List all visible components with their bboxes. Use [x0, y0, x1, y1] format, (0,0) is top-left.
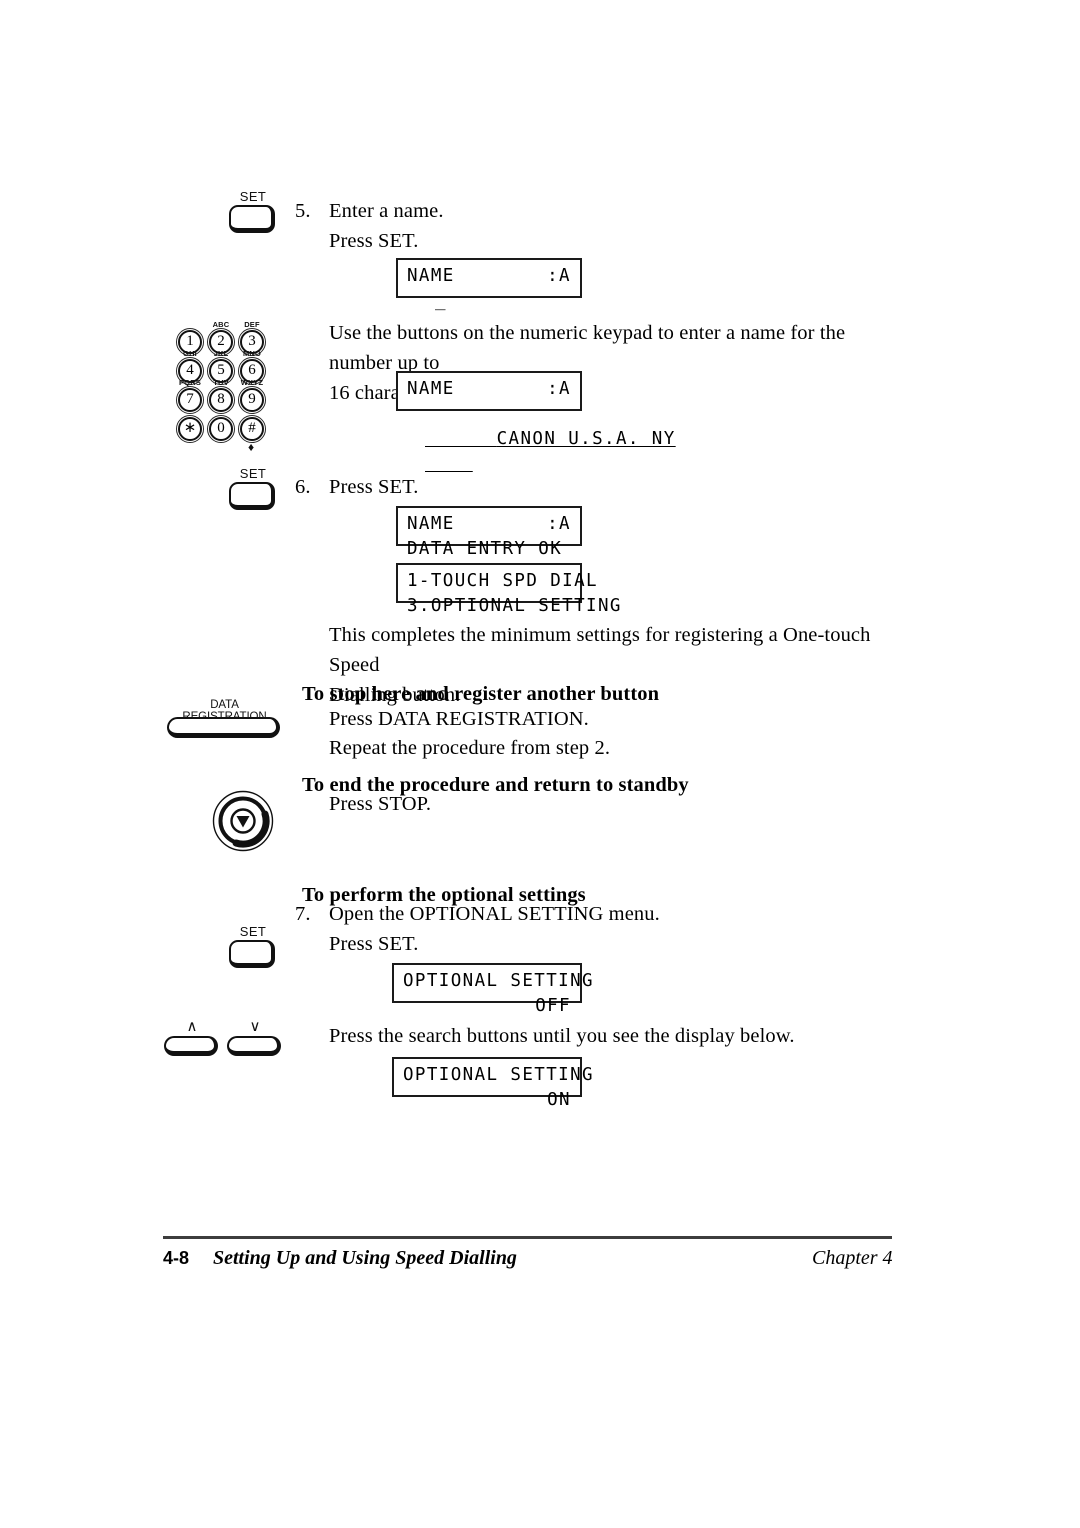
end-procedure-line-1: Press STOP.: [329, 793, 432, 815]
search-down-cap[interactable]: [227, 1036, 281, 1056]
lcd-name-empty-top-left: NAME: [407, 266, 455, 286]
numeric-keypad[interactable]: 1 ABC 2 DEF 3 GHI 4 JKL 5 MNO 6 PQRS 7 T…: [176, 320, 276, 453]
lcd-one-touch-bottom: 3.OPTIONAL SETTING: [407, 596, 622, 616]
lcd-row-top: NAME :A: [407, 264, 571, 289]
search-up-cap[interactable]: [164, 1036, 218, 1056]
step-7-number: 7.: [295, 903, 311, 925]
keypad-key-9[interactable]: WXYZ 9: [238, 378, 266, 414]
step-5-block: 5. Enter a name. Press SET.: [295, 196, 855, 256]
lcd-data-entry-top-right: :A: [547, 514, 571, 534]
footer-chapter: Chapter 4: [812, 1247, 893, 1269]
step-5-line-2: Press SET.: [329, 230, 419, 252]
lcd-name-empty-bottom: _: [435, 291, 447, 311]
lcd-data-entry-bottom: DATA ENTRY OK: [407, 539, 563, 559]
keypad-key-asterisk[interactable]: ∗: [176, 415, 204, 443]
search-up-button[interactable]: ∧: [164, 1018, 220, 1058]
lcd-name-empty-top-right: :A: [547, 266, 571, 286]
set-button-cap[interactable]: [229, 940, 275, 968]
keypad-key-9-digit: 9: [248, 391, 256, 407]
data-registration-button[interactable]: DATA REGISTRATION: [167, 699, 282, 740]
step-6-block: 6. Press SET.: [295, 472, 695, 502]
search-down-caret-icon: ∨: [249, 1018, 261, 1035]
keypad-note-line-1: Use the buttons on the numeric keypad to…: [329, 322, 846, 374]
set-button-label: SET: [239, 924, 267, 939]
keypad-key-7-digit: 7: [186, 391, 194, 407]
step-6-line-1: Press SET.: [329, 476, 419, 498]
set-button-step7[interactable]: SET: [229, 924, 277, 969]
lcd-one-touch-top: 1-TOUCH SPD DIAL: [407, 571, 598, 591]
lcd-name-canon-top-left: NAME: [407, 379, 455, 399]
lcd-one-touch-menu: 1-TOUCH SPD DIAL 3.OPTIONAL SETTING: [396, 563, 620, 616]
completion-line-1: This completes the minimum settings for …: [329, 624, 871, 676]
keypad-key-7[interactable]: PQRS 7: [176, 378, 204, 414]
keypad-key-asterisk-digit: ∗: [183, 420, 197, 436]
stop-button-graphic[interactable]: [212, 790, 274, 852]
lcd-optional-setting-off: OPTIONAL SETTING OFF: [392, 963, 594, 1016]
keypad-tone-marker-icon: ♦: [248, 440, 255, 454]
stop-button[interactable]: [212, 790, 274, 852]
keypad-key-0[interactable]: 0: [207, 415, 235, 443]
set-button-step5[interactable]: SET: [229, 189, 277, 234]
lcd-row-top: NAME :A: [407, 512, 571, 537]
stop-here-line-1: Press DATA REGISTRATION.: [329, 708, 589, 730]
step-5-line-1: Enter a name.: [329, 200, 444, 222]
lcd-optional-on-bottom: ON: [547, 1090, 571, 1110]
lcd-optional-setting-on: OPTIONAL SETTING ON: [392, 1057, 594, 1110]
set-button-label: SET: [239, 189, 267, 204]
lcd-name-empty: NAME :A _: [396, 258, 582, 311]
set-button-step6[interactable]: SET: [229, 466, 277, 511]
step-6-number: 6.: [295, 476, 311, 498]
step-7-block: 7. Open the OPTIONAL SETTING menu. Press…: [295, 899, 855, 959]
lcd-data-entry-ok: NAME :A DATA ENTRY OK: [396, 506, 582, 559]
search-down-button[interactable]: ∨: [227, 1018, 283, 1058]
stop-here-line-2: Repeat the procedure from step 2.: [329, 737, 611, 759]
footer-divider: [163, 1236, 892, 1239]
manual-page: SET 5. Enter a name. Press SET. NAME :A …: [0, 0, 1080, 1528]
lcd-optional-on-top: OPTIONAL SETTING: [403, 1065, 594, 1085]
set-button-cap[interactable]: [229, 205, 275, 233]
lcd-optional-off-top: OPTIONAL SETTING: [403, 971, 594, 991]
lcd-name-canon-bottom: CANON U.S.A. NY: [496, 429, 676, 449]
lcd-data-entry-top-left: NAME: [407, 514, 455, 534]
lcd-optional-off-bottom: OFF: [535, 996, 571, 1016]
step-7-line-2: Press SET.: [329, 933, 419, 955]
lcd-name-canon: NAME :A CANON U.S.A. NY: [396, 371, 674, 449]
step-7-line-1: Open the OPTIONAL SETTING menu.: [329, 903, 660, 925]
keypad-key-hash[interactable]: #: [238, 415, 266, 443]
footer-page-number: 4-8: [163, 1248, 190, 1268]
step-5-number: 5.: [295, 200, 311, 222]
lcd-name-canon-top-right: :A: [547, 379, 571, 399]
footer-running-head: Setting Up and Using Speed Dialling: [213, 1247, 517, 1269]
set-button-label: SET: [239, 466, 267, 481]
search-up-caret-icon: ∧: [186, 1018, 198, 1035]
keypad-key-0-digit: 0: [217, 420, 225, 436]
keypad-key-8-digit: 8: [217, 391, 225, 407]
keypad-key-hash-digit: #: [248, 420, 256, 436]
keypad-key-8[interactable]: TUV 8: [207, 378, 235, 414]
lcd-row-top: NAME :A: [407, 377, 571, 402]
set-button-cap[interactable]: [229, 482, 275, 510]
data-registration-cap[interactable]: [167, 717, 280, 738]
search-note: Press the search buttons until you see t…: [329, 1025, 795, 1047]
